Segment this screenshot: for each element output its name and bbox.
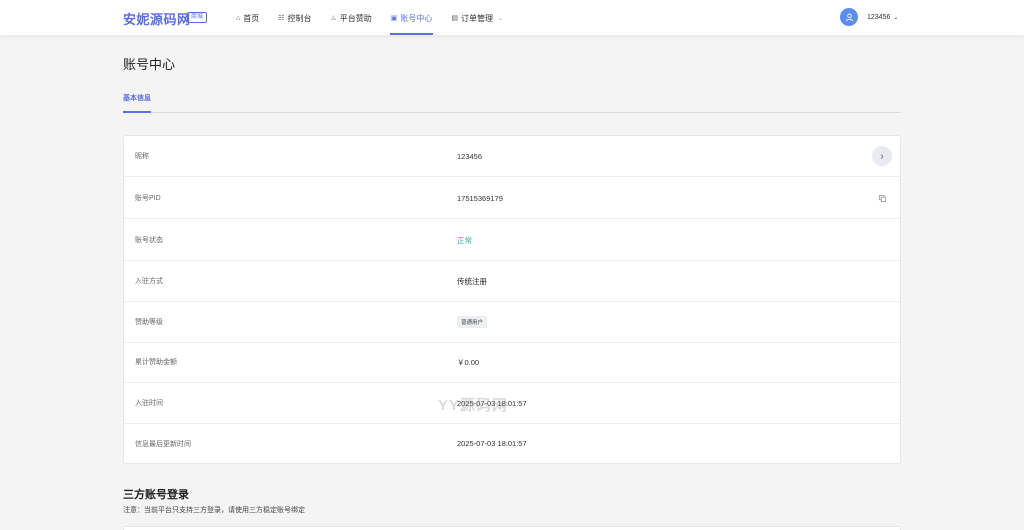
info-row-sponsor-total: 累计赞助金额 ￥0.00 [124, 342, 900, 383]
updated-value: 2025-07-03 18:01:57 [457, 439, 527, 448]
chevron-down-icon: ⌄ [498, 15, 504, 22]
tab-basic-info[interactable]: 基本信息 [123, 93, 151, 113]
info-row-nickname: 昵称 123456 › [124, 136, 900, 177]
logo-badge: 商城 [187, 12, 208, 23]
nav-item-dashboard[interactable]: ☷ 控制台 [278, 0, 311, 36]
nav-item-account-center[interactable]: ▣ 账号中心 [389, 0, 434, 36]
copy-icon[interactable] [879, 194, 886, 202]
info-row-status: 账号状态 正常 [124, 220, 900, 261]
sponsor-level-label: 赞助等级 [135, 319, 163, 326]
nav-label: 账号中心 [400, 13, 433, 23]
third-party-card [123, 526, 901, 530]
site-logo[interactable]: 安妮源码网 [123, 9, 191, 28]
third-party-note: 注意：当前平台只支持三方登录，请使用三方稳定账号绑定 [123, 507, 305, 514]
tab-bar: 基本信息 [123, 86, 901, 113]
pid-label: 账号PID [135, 195, 161, 202]
hand-heart-icon: ♨ [330, 15, 337, 22]
dashboard-icon: ☷ [278, 15, 285, 22]
pid-value: 17515369179 [457, 193, 503, 203]
nav-label: 平台赞助 [339, 13, 372, 23]
order-icon: ▤ [451, 15, 459, 22]
nav-label: 首页 [243, 13, 260, 23]
info-row-join-method: 入驻方式 传统注册 [124, 261, 900, 302]
page-title: 账号中心 [123, 57, 176, 72]
join-method-label: 入驻方式 [135, 278, 163, 285]
sponsor-level-badge: 普通用户 [457, 316, 488, 328]
sponsor-total-label: 累计赞助金额 [135, 359, 177, 366]
info-row-join-time: 入驻时间 2025-07-03 18:01:57 [124, 383, 900, 424]
watermark: YY源码网 [438, 397, 509, 414]
nav-label: 订单管理 [461, 13, 494, 23]
info-row-pid: 账号PID 17515369179 [124, 178, 900, 219]
account-icon: ▣ [390, 15, 398, 22]
nav-item-home[interactable]: ⌂ 首页 [236, 0, 259, 36]
chevron-down-icon: ⌄ [893, 14, 899, 21]
info-row-sponsor-level: 赞助等级 普通用户 [124, 302, 900, 343]
nickname-label: 昵称 [135, 153, 149, 160]
user-menu[interactable]: 123456 ⌄ [840, 8, 898, 26]
account-info-card: 昵称 123456 › 账号PID 17515369179 账号状态 正常 入驻… [123, 135, 901, 464]
user-icon [845, 13, 853, 21]
home-icon: ⌂ [236, 14, 241, 22]
nav-label: 控制台 [287, 13, 312, 23]
chevron-right-icon: › [880, 150, 884, 162]
nav-item-sponsor[interactable]: ♨ 平台赞助 [331, 0, 372, 36]
status-value: 正常 [457, 235, 472, 245]
avatar[interactable] [840, 8, 858, 26]
join-method-value: 传统注册 [457, 276, 487, 286]
nickname-value: 123456 [457, 151, 483, 161]
main-nav: ⌂ 首页 ☷ 控制台 ♨ 平台赞助 ▣ 账号中心 ▤ 订单管理 ⌄ [236, 0, 522, 36]
status-label: 账号状态 [135, 237, 163, 244]
info-row-updated: 信息最后更新时间 2025-07-03 18:01:57 [124, 423, 900, 464]
sponsor-total-value: ￥0.00 [457, 357, 480, 367]
third-party-title: 三方账号登录 [123, 489, 189, 501]
username: 123456 [867, 13, 891, 21]
edit-nickname-button[interactable]: › [872, 146, 892, 166]
join-time-label: 入驻时间 [135, 400, 163, 407]
top-navbar: 安妮源码网 商城 ⌂ 首页 ☷ 控制台 ♨ 平台赞助 ▣ 账号中心 ▤ 订单管理… [0, 0, 1024, 36]
updated-label: 信息最后更新时间 [135, 440, 191, 448]
nav-item-orders[interactable]: ▤ 订单管理 ⌄ [451, 0, 503, 36]
